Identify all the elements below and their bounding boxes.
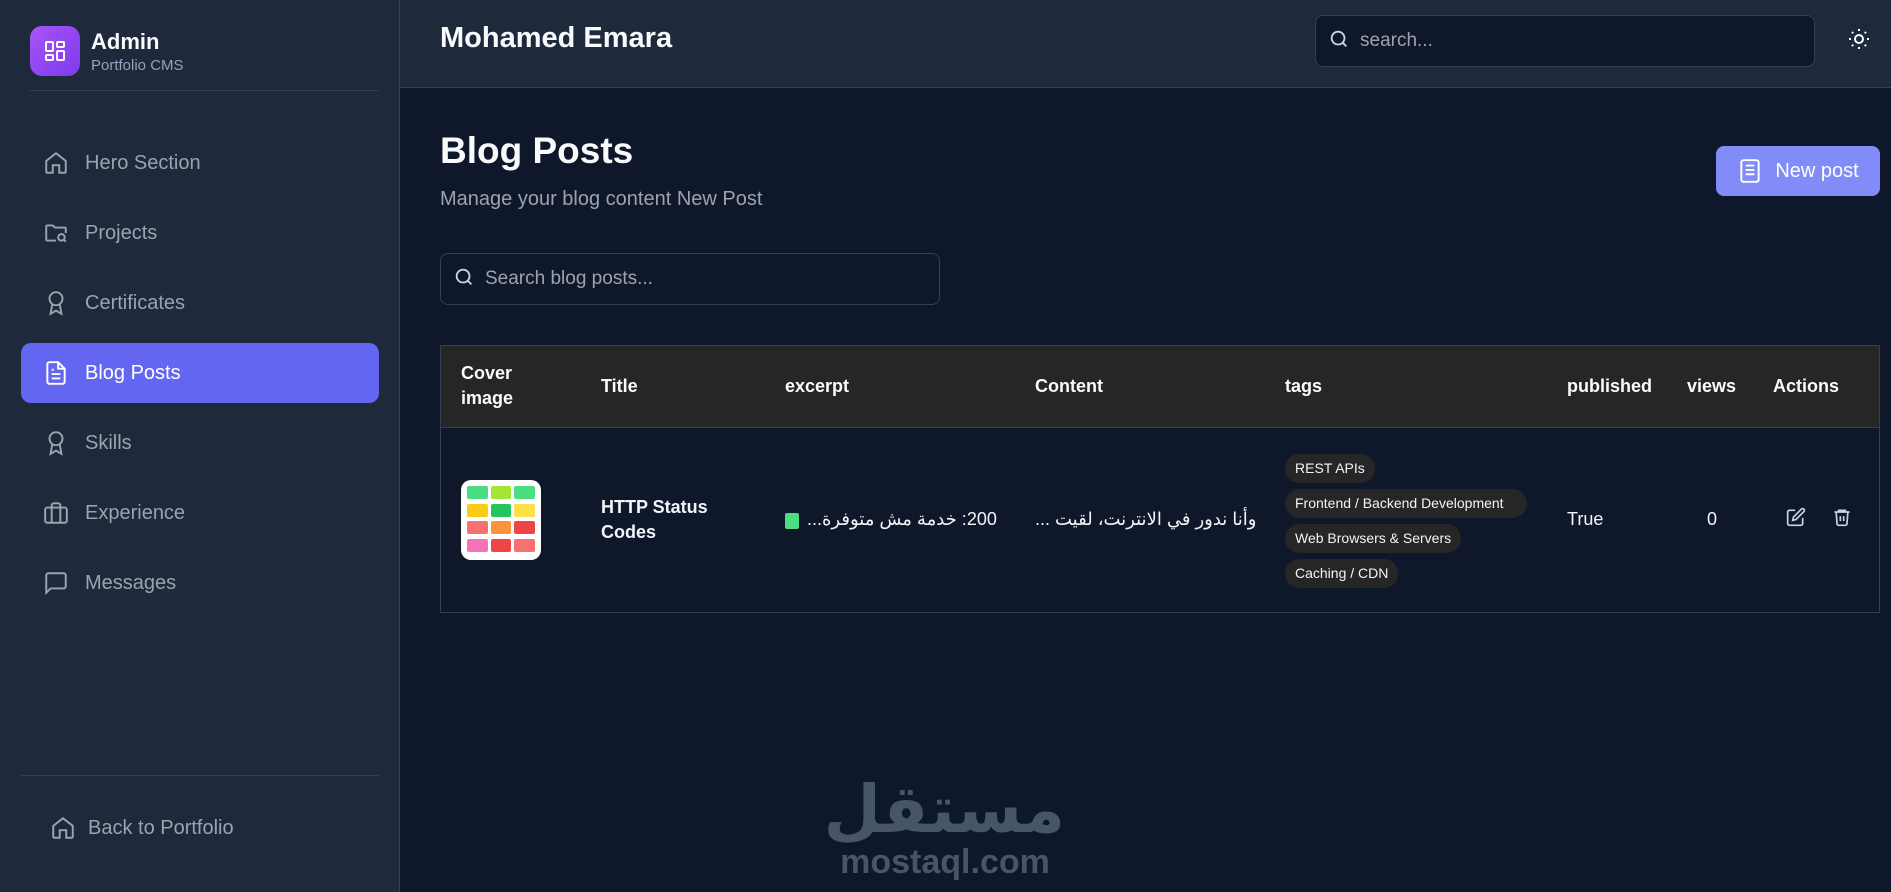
new-post-button[interactable]: New post <box>1716 146 1880 196</box>
top-header: Mohamed Emara <box>400 0 1891 88</box>
sidebar-item-blog-posts[interactable]: Blog Posts <box>21 343 379 403</box>
cover-image <box>461 479 541 560</box>
column-header: excerpt <box>785 375 850 396</box>
column-header: views <box>1687 375 1737 396</box>
sidebar-item-label: Blog Posts <box>85 361 181 384</box>
sidebar-nav: Hero Section Projects Certificates Blog … <box>21 133 379 623</box>
table-row[interactable]: HTTP Status Codes 200: خدمة مش متوفرة...… <box>441 427 1879 612</box>
posts-table: Cover image Title excerpt Content tags p… <box>440 345 1880 613</box>
award-icon <box>41 428 71 458</box>
divider <box>30 90 378 91</box>
dashboard-icon <box>30 26 80 76</box>
home-icon <box>41 148 71 178</box>
sidebar-item-label: Projects <box>85 221 158 244</box>
delete-button[interactable] <box>1829 507 1855 533</box>
tag-badge: Caching / CDN <box>1285 558 1399 588</box>
global-search-input[interactable] <box>1360 30 1780 52</box>
user-name: Mohamed Emara <box>440 22 673 54</box>
post-excerpt: 200: خدمة مش متوفرة... <box>785 509 1015 530</box>
sidebar-item-experience[interactable]: Experience <box>21 483 379 543</box>
column-header: Cover image <box>461 363 514 409</box>
edit-icon <box>1786 507 1806 532</box>
watermark-logo: مستقل <box>823 771 1065 848</box>
watermark-url: mostaql.com <box>840 843 1050 881</box>
home-icon <box>50 815 76 841</box>
divider <box>21 775 379 776</box>
posts-search[interactable] <box>440 253 940 305</box>
notebook-icon <box>1737 158 1763 184</box>
tag-badge: Frontend / Backend Development <box>1285 488 1527 518</box>
sidebar-item-hero-section[interactable]: Hero Section <box>21 133 379 193</box>
back-link-label: Back to Portfolio <box>88 816 234 839</box>
column-header: Content <box>1035 375 1103 396</box>
brand[interactable]: Admin Portfolio CMS <box>30 26 184 76</box>
sun-icon <box>1847 27 1871 56</box>
new-post-label: New post <box>1775 159 1859 182</box>
brand-subtitle: Portfolio CMS <box>91 56 184 74</box>
sidebar-item-projects[interactable]: Projects <box>21 203 379 263</box>
table-header-row: Cover image Title excerpt Content tags p… <box>441 346 1879 427</box>
sidebar-item-label: Certificates <box>85 291 186 314</box>
search-icon <box>1328 28 1350 55</box>
briefcase-icon <box>41 498 71 528</box>
sidebar-item-label: Hero Section <box>85 151 201 174</box>
sidebar-item-skills[interactable]: Skills <box>21 413 379 473</box>
tag-badge: Web Browsers & Servers <box>1285 523 1462 553</box>
award-icon <box>41 288 71 318</box>
sidebar-item-label: Skills <box>85 431 132 454</box>
document-icon <box>41 358 71 388</box>
views-value: 0 <box>1707 509 1718 530</box>
sidebar: Admin Portfolio CMS Hero Section Project… <box>0 0 400 892</box>
page-title: Blog Posts <box>440 130 634 171</box>
global-search[interactable] <box>1315 15 1815 67</box>
watermark: مستقل mostaql.com <box>823 771 1065 881</box>
message-icon <box>41 568 71 598</box>
theme-toggle[interactable] <box>1844 26 1874 56</box>
search-icon <box>453 266 475 293</box>
column-header: tags <box>1285 375 1323 396</box>
tag-list: REST APIs Frontend / Backend Development… <box>1285 452 1547 588</box>
sidebar-item-label: Experience <box>85 501 186 524</box>
folder-icon <box>41 218 71 248</box>
post-title: HTTP Status Codes <box>601 496 708 542</box>
sidebar-item-messages[interactable]: Messages <box>21 553 379 613</box>
book-icon <box>785 512 799 529</box>
sidebar-item-certificates[interactable]: Certificates <box>21 273 379 333</box>
post-content: وأنا ندور في الانترنت، لقيت ... <box>1035 509 1257 530</box>
tag-badge: REST APIs <box>1285 453 1375 483</box>
edit-button[interactable] <box>1783 507 1809 533</box>
brand-title: Admin <box>91 28 160 54</box>
back-to-portfolio-link[interactable]: Back to Portfolio <box>50 815 234 841</box>
column-header: Title <box>601 375 638 396</box>
published-value: True <box>1567 509 1604 530</box>
column-header: published <box>1567 375 1652 396</box>
page-subtitle: Manage your blog content New Post <box>440 188 763 210</box>
posts-search-input[interactable] <box>485 268 905 290</box>
column-header: Actions <box>1773 375 1840 396</box>
trash-icon <box>1832 507 1852 532</box>
sidebar-item-label: Messages <box>85 571 177 594</box>
